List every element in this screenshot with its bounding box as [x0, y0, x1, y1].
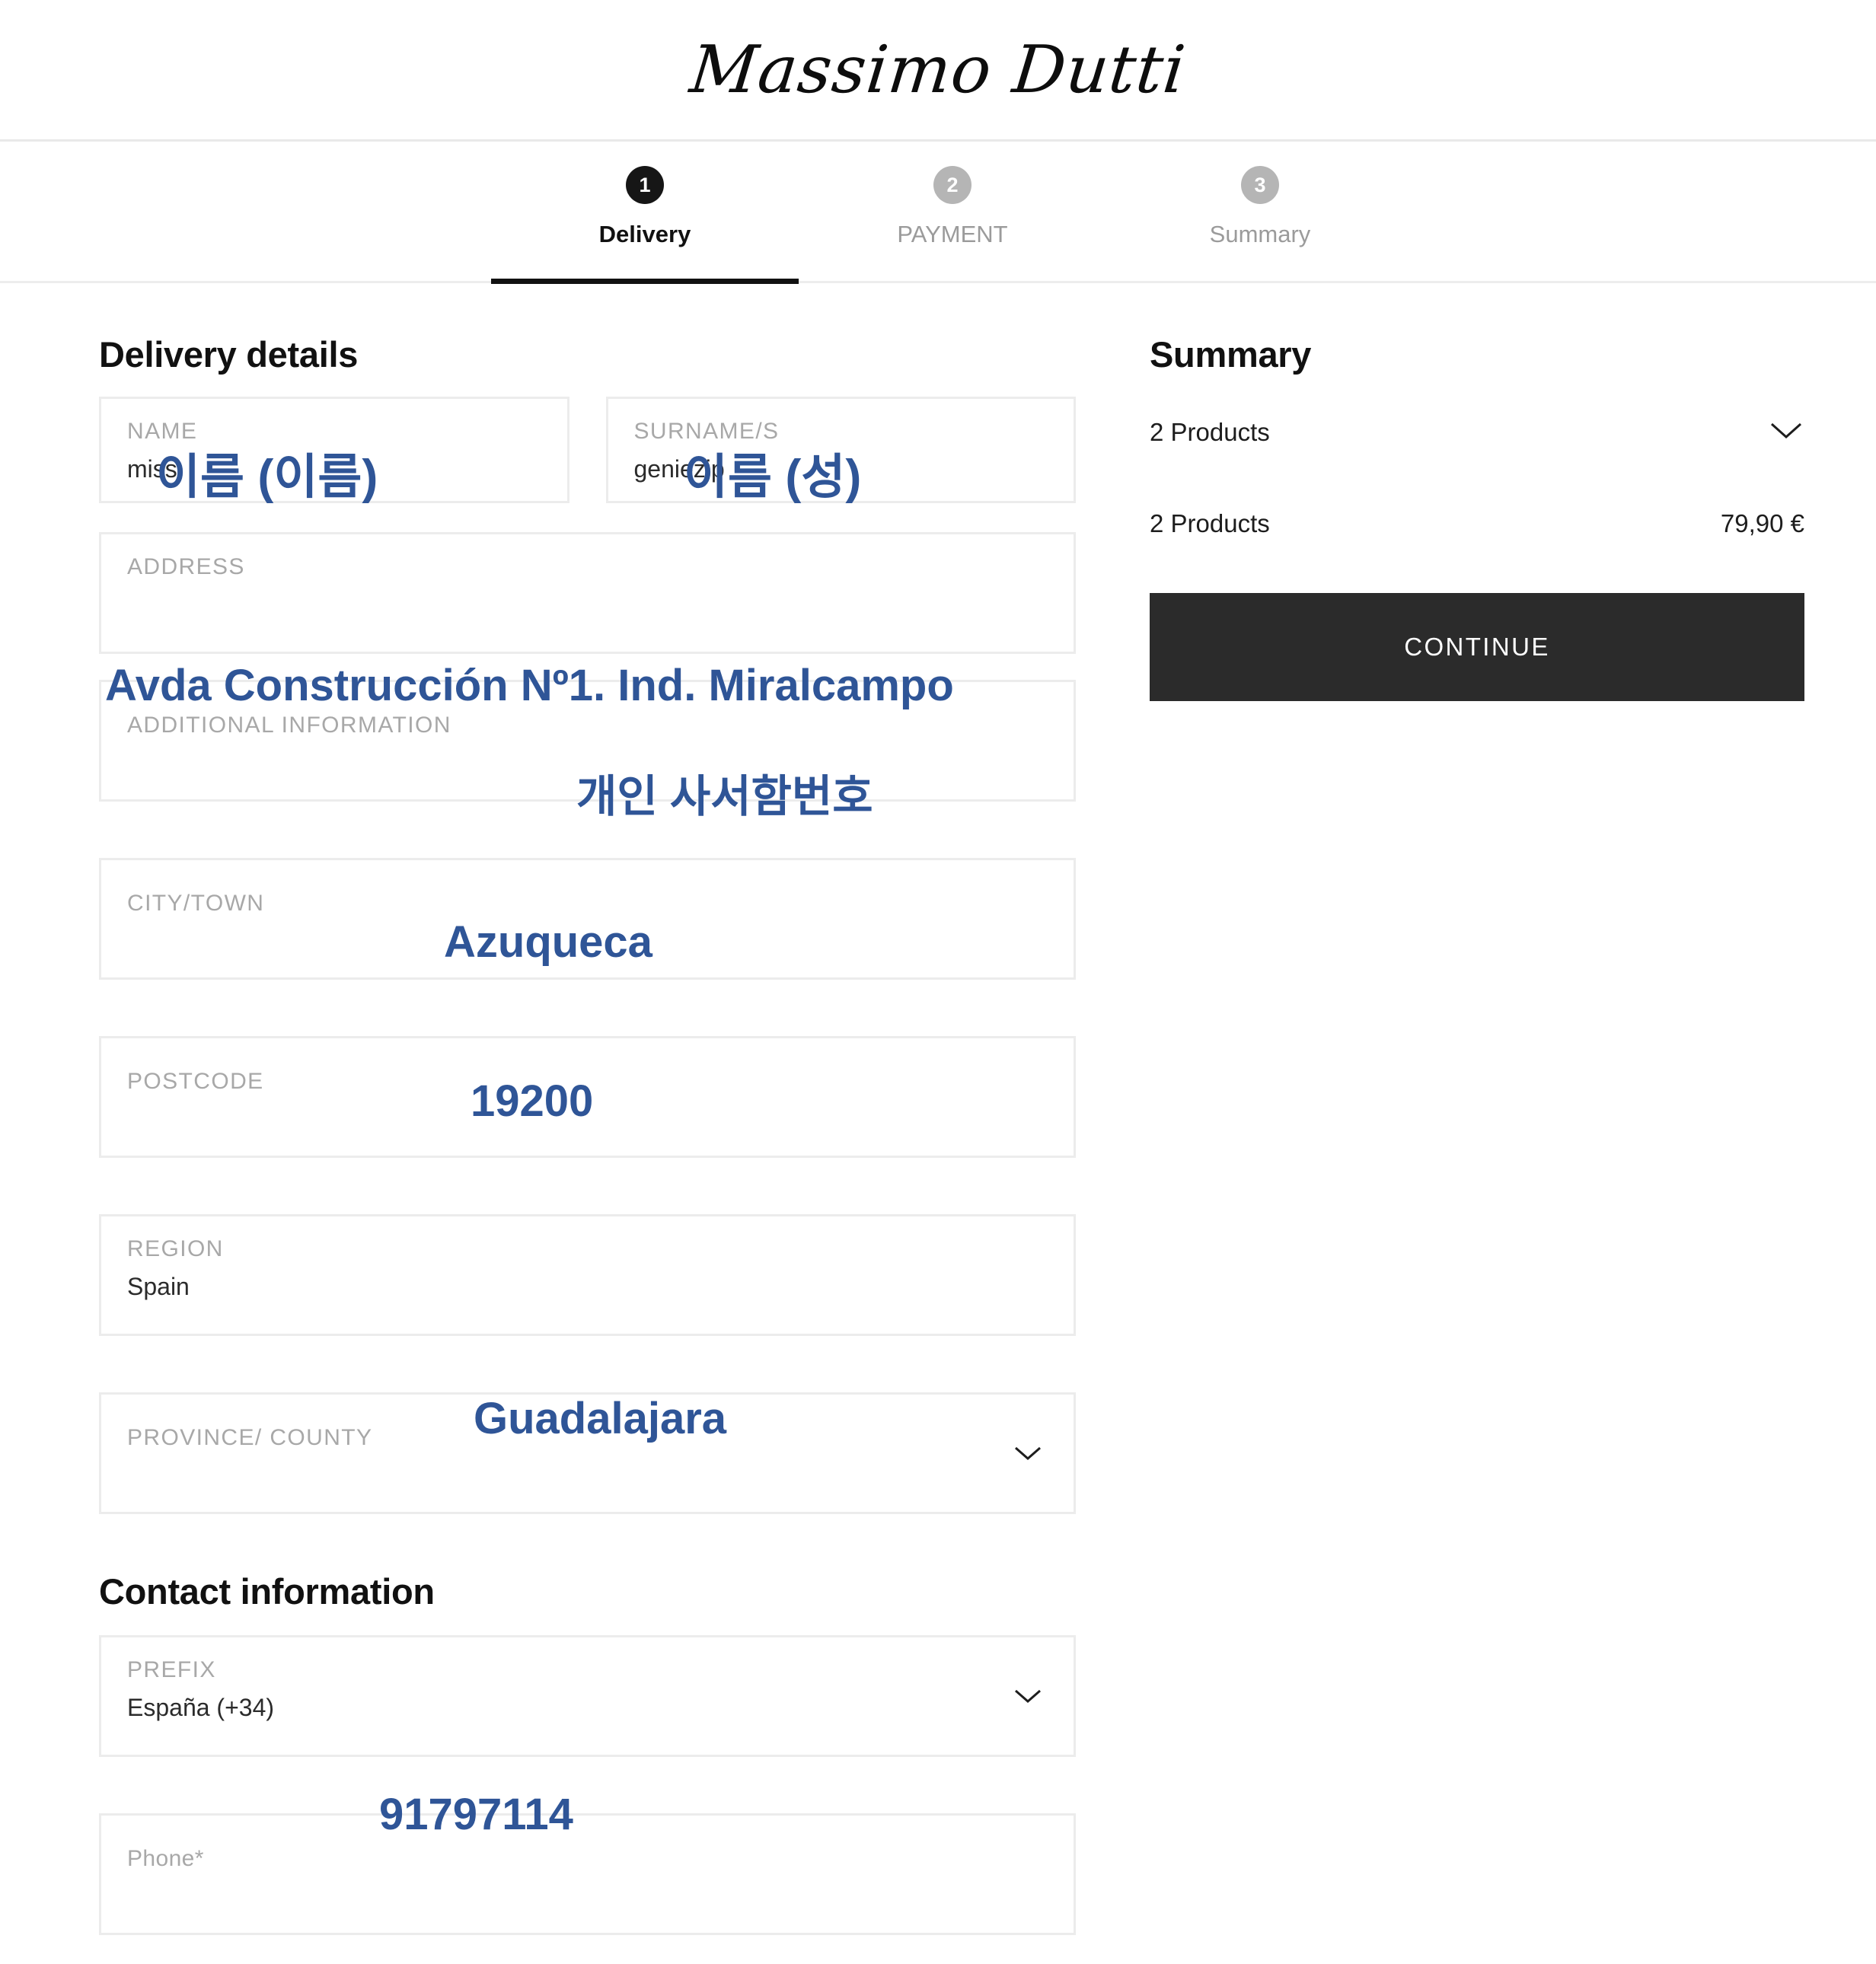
prefix-field[interactable]: PREFIX España (+34)	[99, 1635, 1076, 1757]
prefix-field-label: PREFIX	[127, 1657, 216, 1682]
name-field-value: miss	[127, 455, 177, 483]
summary-products-line-amount: 79,90 €	[1720, 509, 1804, 537]
chevron-down-icon[interactable]	[1013, 1687, 1043, 1705]
province-field-label: PROVINCE/ COUNTY	[127, 1425, 373, 1450]
checkout-main: Delivery details NAME miss SURNAME/S gen…	[0, 285, 1876, 1935]
surname-field[interactable]: SURNAME/S geniezip	[605, 397, 1076, 503]
step-summary-number: 3	[1241, 166, 1279, 204]
step-summary[interactable]: 3 Summary	[1106, 142, 1414, 248]
delivery-form-column: Delivery details NAME miss SURNAME/S gen…	[99, 333, 1076, 1964]
step-delivery-label: Delivery	[598, 221, 691, 247]
summary-products-toggle[interactable]: 2 Products	[1150, 418, 1804, 447]
phone-field[interactable]: Phone*	[99, 1813, 1076, 1935]
postcode-field-label: POSTCODE	[127, 1069, 264, 1094]
city-field[interactable]: CITY/TOWN	[99, 858, 1076, 980]
stepnav-divider	[0, 281, 1876, 283]
step-list: 1 Delivery 2 PAYMENT 3 Summary	[491, 142, 1414, 248]
step-payment-number: 2	[933, 166, 972, 204]
phone-field-label: Phone*	[127, 1846, 204, 1871]
step-delivery[interactable]: 1 Delivery	[491, 142, 799, 248]
contact-information-title: Contact information	[99, 1571, 435, 1612]
step-summary-label: Summary	[1209, 221, 1311, 247]
name-row: NAME miss SURNAME/S geniezip	[99, 397, 1076, 532]
massimo-dutti-logo[interactable]: Massimo Dutti	[687, 32, 1189, 108]
stepnav-active-indicator	[491, 279, 799, 284]
additional-information-field-label: ADDITIONAL INFORMATION	[127, 713, 451, 738]
additional-information-field[interactable]: ADDITIONAL INFORMATION	[99, 680, 1076, 802]
chevron-down-icon[interactable]	[1013, 1444, 1043, 1462]
city-field-label: CITY/TOWN	[127, 891, 265, 916]
surname-field-value: geniezip	[633, 455, 725, 483]
step-payment[interactable]: 2 PAYMENT	[799, 142, 1106, 248]
name-field[interactable]: NAME miss	[99, 397, 570, 503]
postcode-field[interactable]: POSTCODE	[99, 1036, 1076, 1158]
region-field-label: REGION	[127, 1236, 224, 1261]
region-field-value: Spain	[127, 1273, 190, 1300]
delivery-details-title: Delivery details	[99, 334, 359, 375]
province-field[interactable]: PROVINCE/ COUNTY	[99, 1392, 1076, 1514]
address-field-label: ADDRESS	[127, 554, 245, 579]
surname-field-label: SURNAME/S	[633, 419, 780, 444]
step-delivery-number: 1	[626, 166, 664, 204]
summary-products-line: 2 Products 79,90 €	[1150, 509, 1804, 538]
step-payment-label: PAYMENT	[897, 221, 1008, 247]
brand-header: Massimo Dutti	[0, 0, 1876, 142]
prefix-field-value: España (+34)	[127, 1694, 275, 1721]
region-field[interactable]: REGION Spain	[99, 1214, 1076, 1336]
address-field[interactable]: ADDRESS	[99, 532, 1076, 654]
chevron-down-icon[interactable]	[1768, 418, 1804, 447]
summary-column: Summary 2 Products 2 Products 79,90 € CO…	[1150, 333, 1804, 701]
summary-products-toggle-label: 2 Products	[1150, 418, 1270, 446]
name-field-label: NAME	[127, 419, 198, 444]
checkout-step-nav: 1 Delivery 2 PAYMENT 3 Summary	[0, 142, 1876, 285]
continue-button[interactable]: CONTINUE	[1150, 593, 1804, 701]
summary-title: Summary	[1150, 334, 1312, 375]
summary-products-line-label: 2 Products	[1150, 509, 1270, 537]
